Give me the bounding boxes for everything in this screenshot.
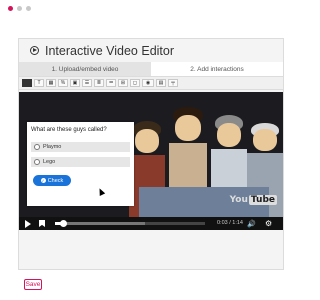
- interactive-video-editor: Interactive Video Editor 1. Upload/embed…: [18, 38, 284, 270]
- window-dot-close[interactable]: [8, 6, 13, 11]
- volume-icon[interactable]: 🔊: [247, 220, 256, 228]
- visibility-icon[interactable]: ◉: [142, 79, 154, 87]
- radio-circle-icon: [34, 144, 40, 150]
- tab-upload-embed-video[interactable]: 1. Upload/embed video: [19, 62, 151, 76]
- gear-icon[interactable]: ⚙: [265, 219, 272, 228]
- answer-label: Lego: [43, 159, 56, 165]
- editor-title: Interactive Video Editor: [45, 43, 175, 58]
- answer-option-playmo[interactable]: Playmo: [31, 142, 130, 152]
- image-icon[interactable]: ▣: [70, 79, 80, 87]
- editor-header: Interactive Video Editor: [19, 39, 283, 62]
- time-display: 0:03 / 1:14: [217, 220, 243, 226]
- video-stage[interactable]: What are these guys called? Playmo Lego …: [19, 92, 283, 217]
- question-dialog: What are these guys called? Playmo Lego …: [27, 122, 134, 206]
- window-dot-minimize[interactable]: [17, 6, 22, 11]
- drag-words-icon[interactable]: ⊞: [118, 79, 128, 87]
- play-icon[interactable]: [25, 219, 31, 228]
- summary-icon[interactable]: ▤: [156, 79, 166, 87]
- dialog-icon[interactable]: ◻: [130, 79, 140, 87]
- save-button[interactable]: Save: [24, 279, 42, 290]
- single-choice-icon[interactable]: ☰: [82, 79, 92, 87]
- check-button[interactable]: ✓ Check: [33, 175, 71, 186]
- list-icon[interactable]: ≔: [106, 79, 116, 87]
- youtube-logo-you: You: [229, 195, 248, 205]
- editor-tabs: 1. Upload/embed video 2. Add interaction…: [19, 62, 283, 76]
- multiple-choice-icon[interactable]: ≣: [94, 79, 104, 87]
- answer-label: Playmo: [43, 144, 62, 150]
- radio-circle-icon: [34, 159, 40, 165]
- answer-option-lego[interactable]: Lego: [31, 157, 130, 167]
- stop-icon[interactable]: [22, 79, 32, 87]
- question-title: What are these guys called?: [31, 127, 107, 133]
- progress-bar[interactable]: [55, 220, 205, 227]
- youtube-logo[interactable]: You Tube: [230, 195, 277, 205]
- progress-buffered: [55, 222, 145, 225]
- navigation-icon[interactable]: ╤: [168, 79, 178, 87]
- window-controls: [8, 6, 31, 11]
- bookmark-icon[interactable]: [39, 220, 45, 227]
- table-icon[interactable]: ▦: [46, 79, 56, 87]
- text-icon[interactable]: T: [34, 79, 44, 87]
- interactions-toolbar: T ▦ % ▣ ☰ ≣ ≔ ⊞ ◻ ◉ ▤ ╤: [19, 76, 283, 90]
- window-dot-maximize[interactable]: [26, 6, 31, 11]
- progress-handle[interactable]: [59, 220, 67, 227]
- checkmark-icon: ✓: [40, 178, 46, 183]
- video-controls: 0:03 / 1:14 🔊 ⚙: [19, 217, 283, 230]
- tab-add-interactions[interactable]: 2. Add interactions: [151, 62, 283, 76]
- youtube-logo-tube: Tube: [248, 195, 277, 205]
- check-button-label: Check: [47, 177, 64, 184]
- link-icon[interactable]: %: [58, 79, 68, 87]
- play-circle-icon: [30, 46, 39, 55]
